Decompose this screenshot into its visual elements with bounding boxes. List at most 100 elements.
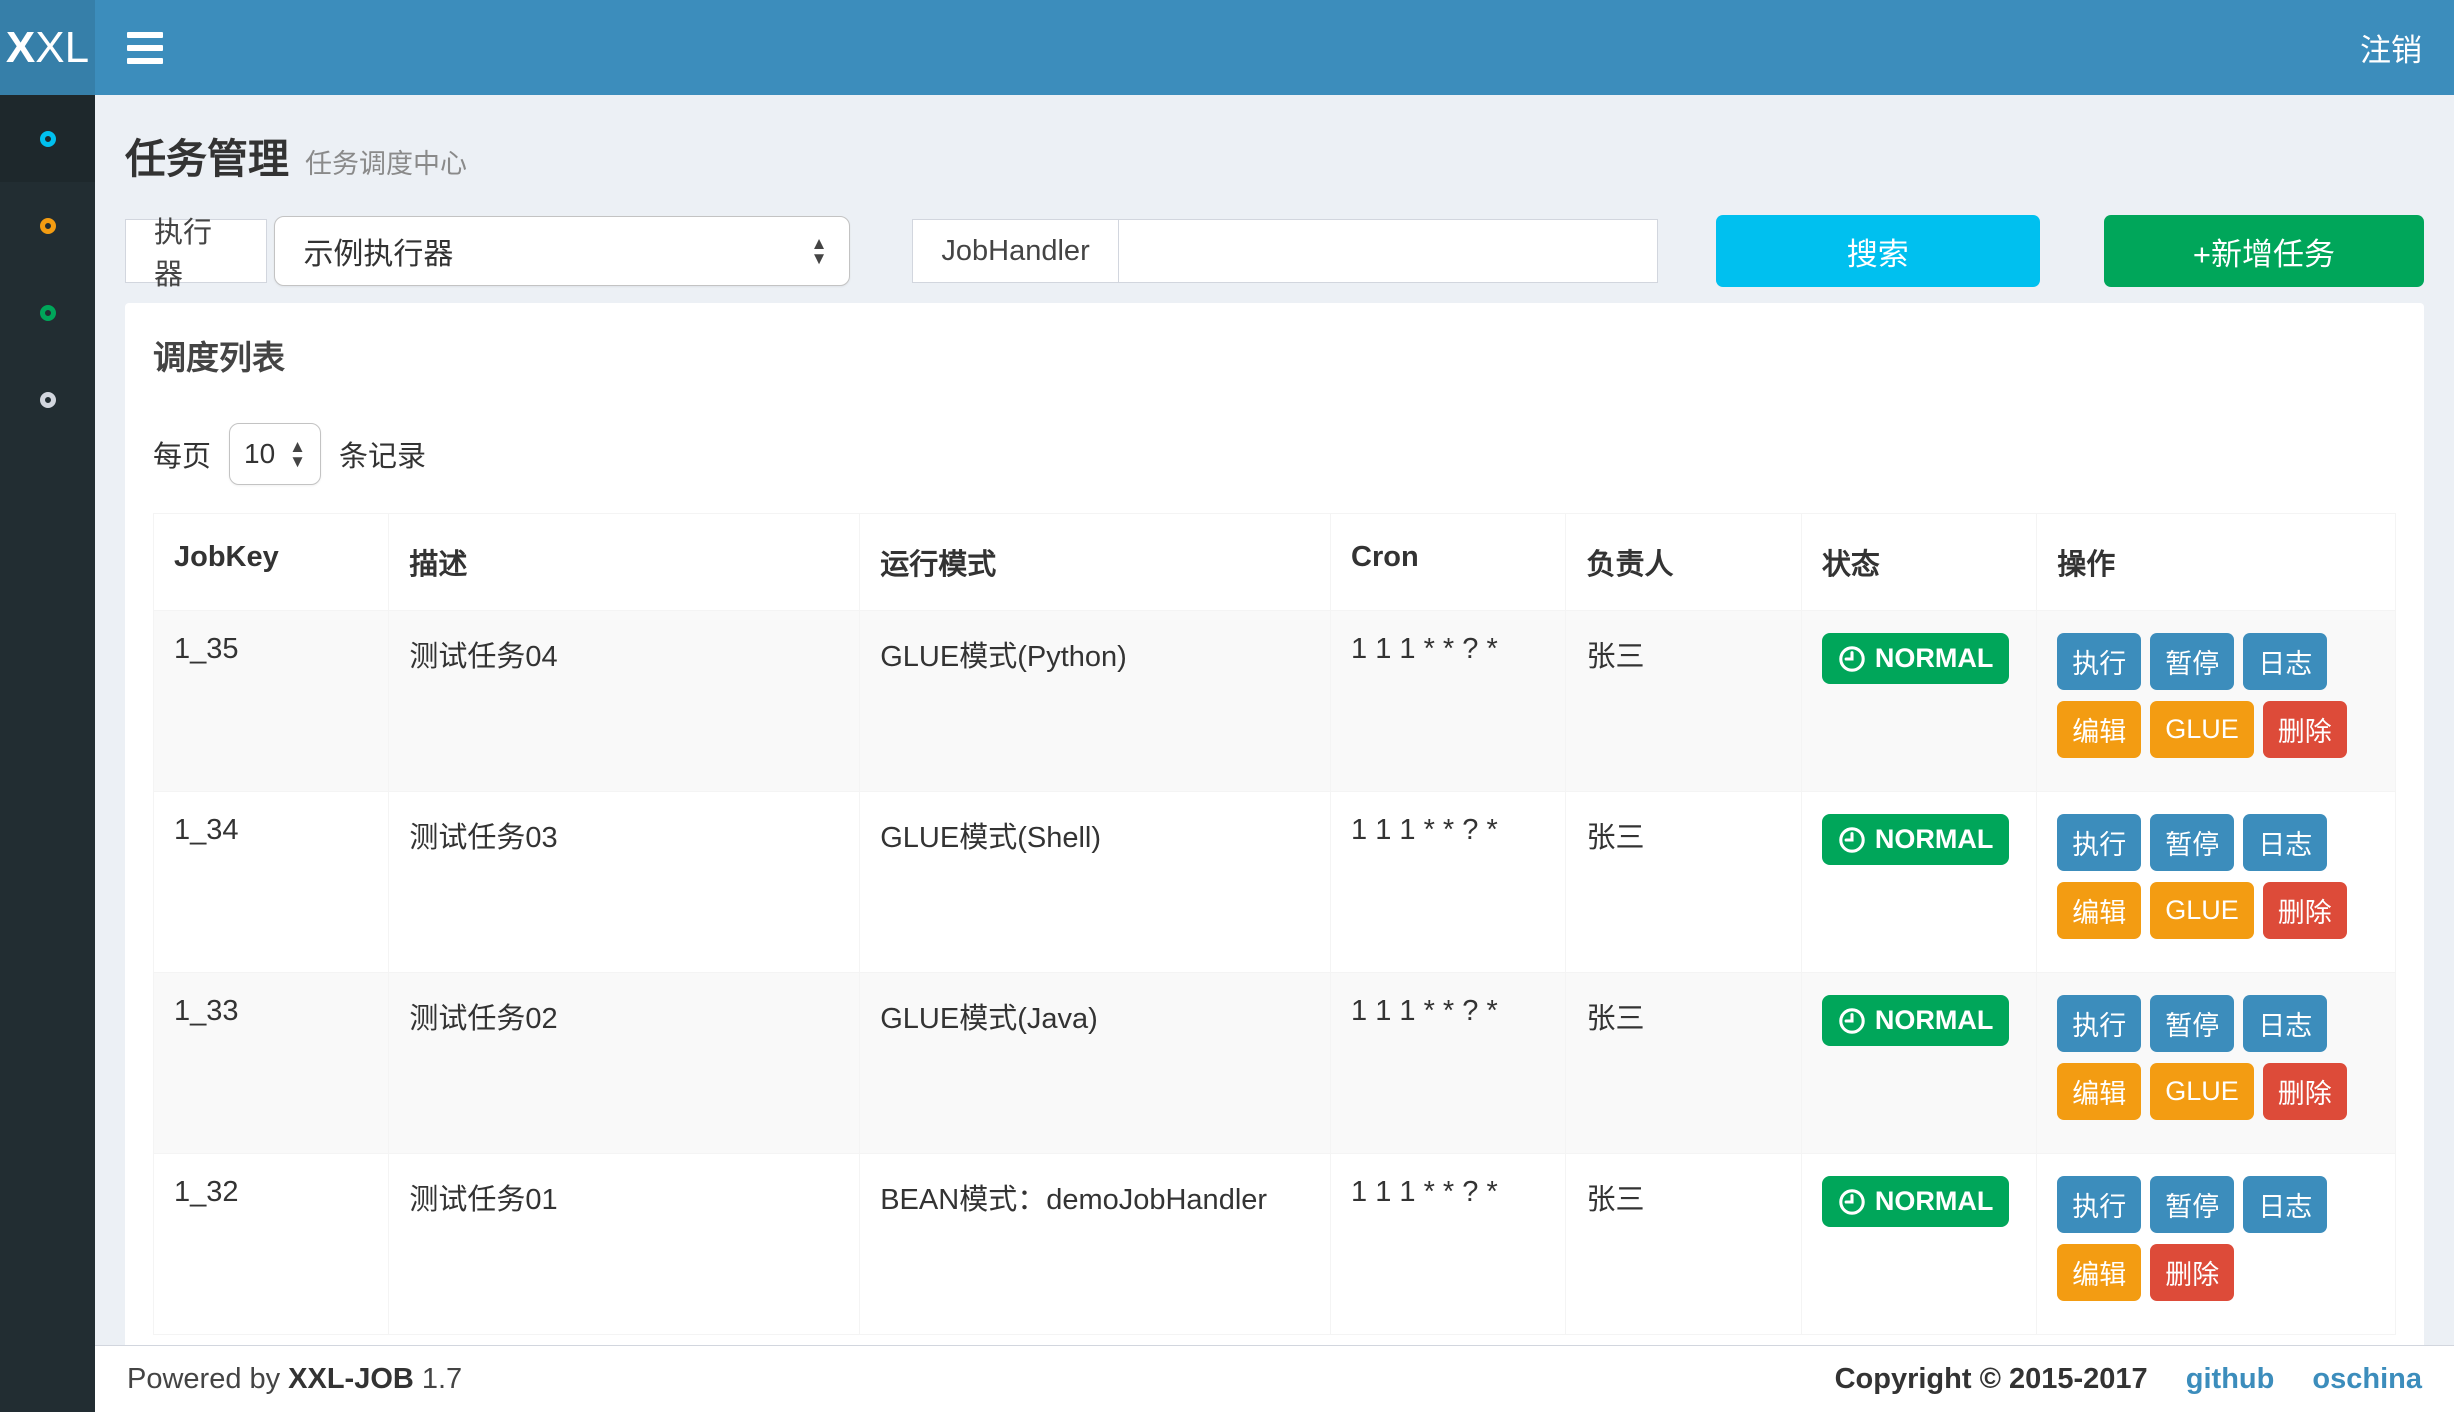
run-button[interactable]: 执行 [2057,1176,2141,1233]
table-row: 1_34 测试任务03 GLUE模式(Shell) 1 1 1 * * ? * … [154,792,2396,973]
log-button[interactable]: 日志 [2243,995,2327,1052]
page-size-prefix: 每页 [153,433,211,475]
edit-button[interactable]: 编辑 [2057,1063,2141,1120]
updown-arrows-icon: ▲▼ [289,439,306,469]
cell-cron: 1 1 1 * * ? * [1331,792,1566,973]
cell-mode: GLUE模式(Python) [860,611,1331,792]
cell-desc: 测试任务04 [389,611,860,792]
cell-actions: 执行 暂停 日志 编辑 删除 [2037,1154,2396,1335]
log-button[interactable]: 日志 [2243,633,2327,690]
table-row: 1_35 测试任务04 GLUE模式(Python) 1 1 1 * * ? *… [154,611,2396,792]
column-header-cron: Cron [1331,514,1566,611]
cell-mode: BEAN模式：demoJobHandler [860,1154,1331,1335]
oschina-link[interactable]: oschina [2312,1363,2422,1395]
copyright-text: Copyright © 2015-2017 [1835,1363,2148,1395]
table-row: 1_33 测试任务02 GLUE模式(Java) 1 1 1 * * ? * 张… [154,973,2396,1154]
pause-button[interactable]: 暂停 [2150,633,2234,690]
add-job-button[interactable]: +新增任务 [2104,215,2424,287]
run-button[interactable]: 执行 [2057,814,2141,871]
delete-button[interactable]: 删除 [2263,701,2347,758]
pause-button[interactable]: 暂停 [2150,1176,2234,1233]
cell-desc: 测试任务02 [389,973,860,1154]
pause-button[interactable]: 暂停 [2150,814,2234,871]
glue-button[interactable]: GLUE [2150,882,2254,939]
logout-link[interactable]: 注销 [2360,25,2422,70]
clock-icon [1838,1007,1866,1035]
status-badge: NORMAL [1822,633,2009,684]
hamburger-icon[interactable] [127,32,163,64]
jobhandler-input[interactable] [1118,219,1658,283]
cell-desc: 测试任务03 [389,792,860,973]
powered-by-text: Powered byXXL-JOB1.7 [127,1363,462,1396]
sidebar-item-1[interactable] [0,182,95,269]
glue-button[interactable]: GLUE [2150,1063,2254,1120]
executor-label: 执行器 [125,219,267,283]
filter-row: 执行器 示例执行器 ▲▼ JobHandler 搜索 +新增任务 [125,215,2424,287]
top-navbar: XXL 注销 [0,0,2454,95]
circle-icon [40,305,56,321]
clock-icon [1838,1188,1866,1216]
updown-arrows-icon: ▲▼ [811,236,828,266]
page-size-suffix: 条记录 [339,433,426,475]
delete-button[interactable]: 删除 [2263,882,2347,939]
cell-status: NORMAL [1801,792,2036,973]
cell-jobkey: 1_34 [154,792,389,973]
main-footer: Powered byXXL-JOB1.7 Copyright © 2015-20… [95,1345,2454,1412]
page-subtitle: 任务调度中心 [305,142,467,181]
page-size-row: 每页 10 ▲▼ 条记录 [153,423,2396,485]
cell-jobkey: 1_33 [154,973,389,1154]
schedule-list-panel: 调度列表 每页 10 ▲▼ 条记录 JobKey 描述 运行模式 [125,303,2424,1412]
circle-icon [40,131,56,147]
delete-button[interactable]: 删除 [2150,1244,2234,1301]
table-header-row: JobKey 描述 运行模式 Cron 负责人 状态 操作 [154,514,2396,611]
cell-owner: 张三 [1566,973,1801,1154]
content-header: 任务管理 任务调度中心 [95,95,2454,201]
status-badge: NORMAL [1822,1176,2009,1227]
cell-jobkey: 1_35 [154,611,389,792]
sidebar-item-3[interactable] [0,356,95,443]
page-size-value: 10 [244,438,275,470]
jobhandler-group: JobHandler [912,219,1657,283]
status-badge: NORMAL [1822,814,2009,865]
cell-cron: 1 1 1 * * ? * [1331,1154,1566,1335]
copyright-area: Copyright © 2015-2017 github oschina [1835,1363,2422,1396]
edit-button[interactable]: 编辑 [2057,882,2141,939]
app-logo-bold: X [6,23,35,73]
edit-button[interactable]: 编辑 [2057,1244,2141,1301]
executor-select[interactable]: 示例执行器 ▲▼ [274,216,850,286]
content-wrapper: 任务管理 任务调度中心 执行器 示例执行器 ▲▼ JobHandler 搜索 +… [95,95,2454,1412]
cell-owner: 张三 [1566,611,1801,792]
cell-jobkey: 1_32 [154,1154,389,1335]
delete-button[interactable]: 删除 [2263,1063,2347,1120]
navbar-main: 注销 [95,0,2454,95]
log-button[interactable]: 日志 [2243,1176,2327,1233]
sidebar-item-0[interactable] [0,95,95,182]
run-button[interactable]: 执行 [2057,995,2141,1052]
cell-mode: GLUE模式(Shell) [860,792,1331,973]
sidebar-item-2[interactable] [0,269,95,356]
edit-button[interactable]: 编辑 [2057,701,2141,758]
jobs-table: JobKey 描述 运行模式 Cron 负责人 状态 操作 1_35 测试任务0… [153,513,2396,1335]
column-header-jobkey: JobKey [154,514,389,611]
log-button[interactable]: 日志 [2243,814,2327,871]
cell-actions: 执行 暂停 日志 编辑 GLUE 删除 [2037,973,2396,1154]
search-button[interactable]: 搜索 [1716,215,2040,287]
clock-icon [1838,645,1866,673]
pause-button[interactable]: 暂停 [2150,995,2234,1052]
cell-actions: 执行 暂停 日志 编辑 GLUE 删除 [2037,792,2396,973]
sidebar [0,95,95,1412]
run-button[interactable]: 执行 [2057,633,2141,690]
page-title: 任务管理 [125,125,289,185]
cell-mode: GLUE模式(Java) [860,973,1331,1154]
column-header-owner: 负责人 [1566,514,1801,611]
page-size-select[interactable]: 10 ▲▼ [229,423,321,485]
column-header-mode: 运行模式 [860,514,1331,611]
cell-actions: 执行 暂停 日志 编辑 GLUE 删除 [2037,611,2396,792]
app-logo[interactable]: XXL [0,0,95,95]
column-header-actions: 操作 [2037,514,2396,611]
glue-button[interactable]: GLUE [2150,701,2254,758]
circle-icon [40,218,56,234]
cell-status: NORMAL [1801,1154,2036,1335]
github-link[interactable]: github [2186,1363,2275,1395]
cell-cron: 1 1 1 * * ? * [1331,973,1566,1154]
